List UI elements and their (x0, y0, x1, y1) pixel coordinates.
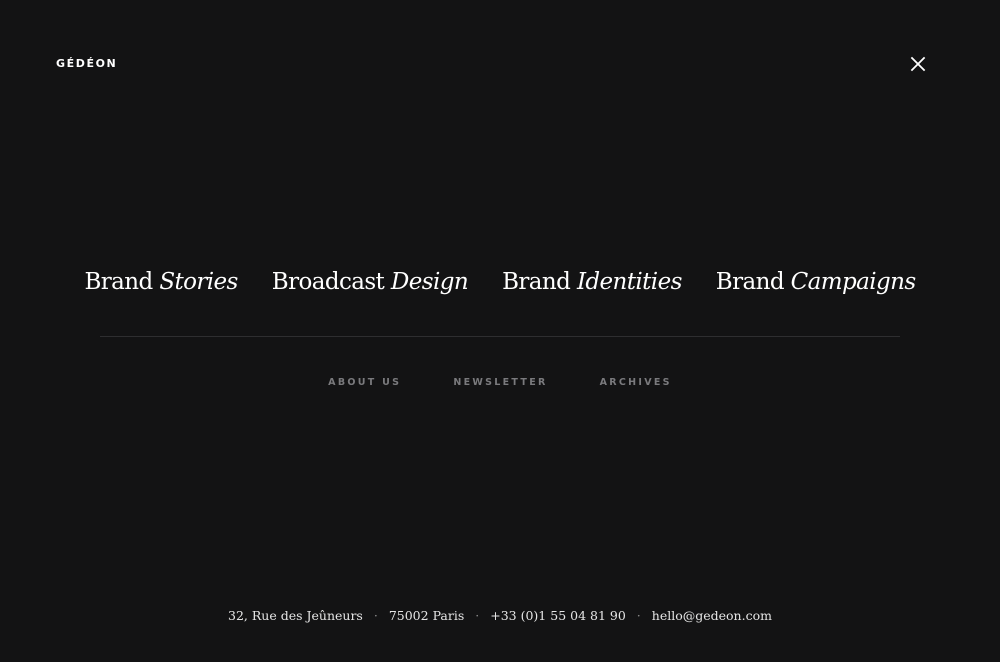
newsletter-link[interactable]: NEWSLETTER (453, 376, 547, 390)
menu-overlay: GÉDÉON Brand Stories Broadcast Design Br… (0, 0, 1000, 662)
footer-phone-link[interactable]: +33 (0)1 55 04 81 90 (490, 607, 626, 625)
nav-brand-campaigns[interactable]: Brand Campaigns (716, 269, 916, 295)
nav-item-word: Brand (502, 269, 571, 295)
nav-item-italic: Campaigns (790, 269, 916, 295)
close-button[interactable] (906, 52, 930, 76)
secondary-navigation: ABOUT US NEWSLETTER ARCHIVES (0, 376, 1000, 390)
main-navigation: Brand Stories Broadcast Design Brand Ide… (0, 262, 1000, 302)
archives-link[interactable]: ARCHIVES (600, 376, 672, 390)
nav-item-word: Brand (84, 269, 153, 295)
nav-item-italic: Design (390, 269, 469, 295)
nav-item-italic: Stories (159, 269, 238, 295)
footer-separator: · (475, 608, 480, 623)
footer-separator: · (373, 608, 378, 623)
footer-separator: · (636, 608, 641, 623)
nav-item-word: Broadcast (271, 269, 385, 295)
logo[interactable]: GÉDÉON (56, 57, 117, 71)
nav-item-word: Brand (715, 269, 785, 295)
close-icon (910, 56, 926, 72)
nav-brand-stories[interactable]: Brand Stories (84, 269, 238, 295)
footer-email-link[interactable]: hello@gedeon.com (652, 607, 772, 625)
nav-item-italic: Identities (576, 269, 682, 295)
divider (100, 336, 900, 337)
footer-city: 75002 Paris (388, 608, 465, 623)
nav-broadcast-design[interactable]: Broadcast Design (271, 269, 469, 295)
contact-footer: 32, Rue des Jeûneurs · 75002 Paris · +33… (0, 607, 1000, 625)
about-us-link[interactable]: ABOUT US (328, 376, 401, 390)
footer-address: 32, Rue des Jeûneurs (228, 608, 363, 623)
nav-brand-identities[interactable]: Brand Identities (502, 269, 682, 295)
